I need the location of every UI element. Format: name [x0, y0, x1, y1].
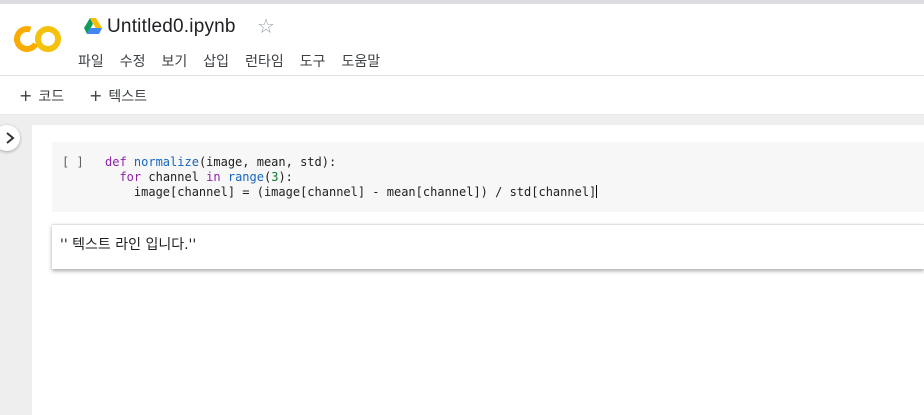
menu-item[interactable]: 보기 [162, 51, 188, 71]
add-code-button[interactable]: + 코드 [19, 86, 64, 106]
menu-item[interactable]: 삽입 [203, 51, 229, 71]
notebook-title[interactable]: Untitled0.ipynb [107, 16, 236, 38]
add-code-label: 코드 [38, 89, 65, 105]
star-outline-icon[interactable]: ☆ [257, 14, 275, 39]
menu-item[interactable]: 런타임 [245, 51, 284, 71]
chevron-right-icon [6, 132, 15, 144]
colab-logo-icon[interactable] [14, 22, 64, 56]
plus-icon: + [19, 86, 33, 105]
menu-item[interactable]: 도구 [300, 51, 326, 71]
cell-toolbar: + 코드 + 텍스트 [0, 76, 924, 115]
add-text-button[interactable]: + 텍스트 [89, 86, 147, 106]
text-cursor [596, 185, 598, 198]
menu-item[interactable]: 수정 [120, 51, 146, 71]
menu-bar: 파일 수정 보기 삽입 런타임 도구 도움말 [78, 51, 396, 71]
app-header: Untitled0.ipynb ☆ 파일 수정 보기 삽입 런타임 도구 도움말 [0, 4, 924, 76]
plus-icon: + [89, 86, 103, 105]
code-line: image[channel] = (image[channel] - mean[… [105, 185, 598, 199]
code-token: in [206, 170, 221, 184]
code-editor[interactable]: def normalize(image, mean, std): for cha… [105, 155, 598, 200]
code-token: image[channel] = (image[channel] - mean[… [105, 185, 597, 199]
code-token: channel [141, 170, 207, 184]
code-token: (image, mean, std): [198, 155, 337, 169]
left-gutter [0, 115, 32, 415]
code-token: def [105, 155, 134, 169]
text-cell-content[interactable]: '' 텍스트 라인 입니다.'' [60, 234, 196, 254]
menu-item[interactable]: 파일 [78, 51, 104, 71]
run-cell-button[interactable]: [ ] [62, 155, 84, 169]
code-line: for channel in range(3): [105, 170, 293, 184]
code-token: range [227, 170, 264, 184]
code-token: ): [278, 170, 293, 184]
code-token: normalize [133, 155, 199, 169]
add-text-label: 텍스트 [108, 89, 148, 105]
google-drive-icon[interactable] [84, 18, 102, 34]
code-token: for [119, 170, 142, 184]
notebook-background [0, 115, 924, 125]
code-line: def normalize(image, mean, std): [105, 155, 336, 169]
menu-item[interactable]: 도움말 [341, 51, 380, 71]
